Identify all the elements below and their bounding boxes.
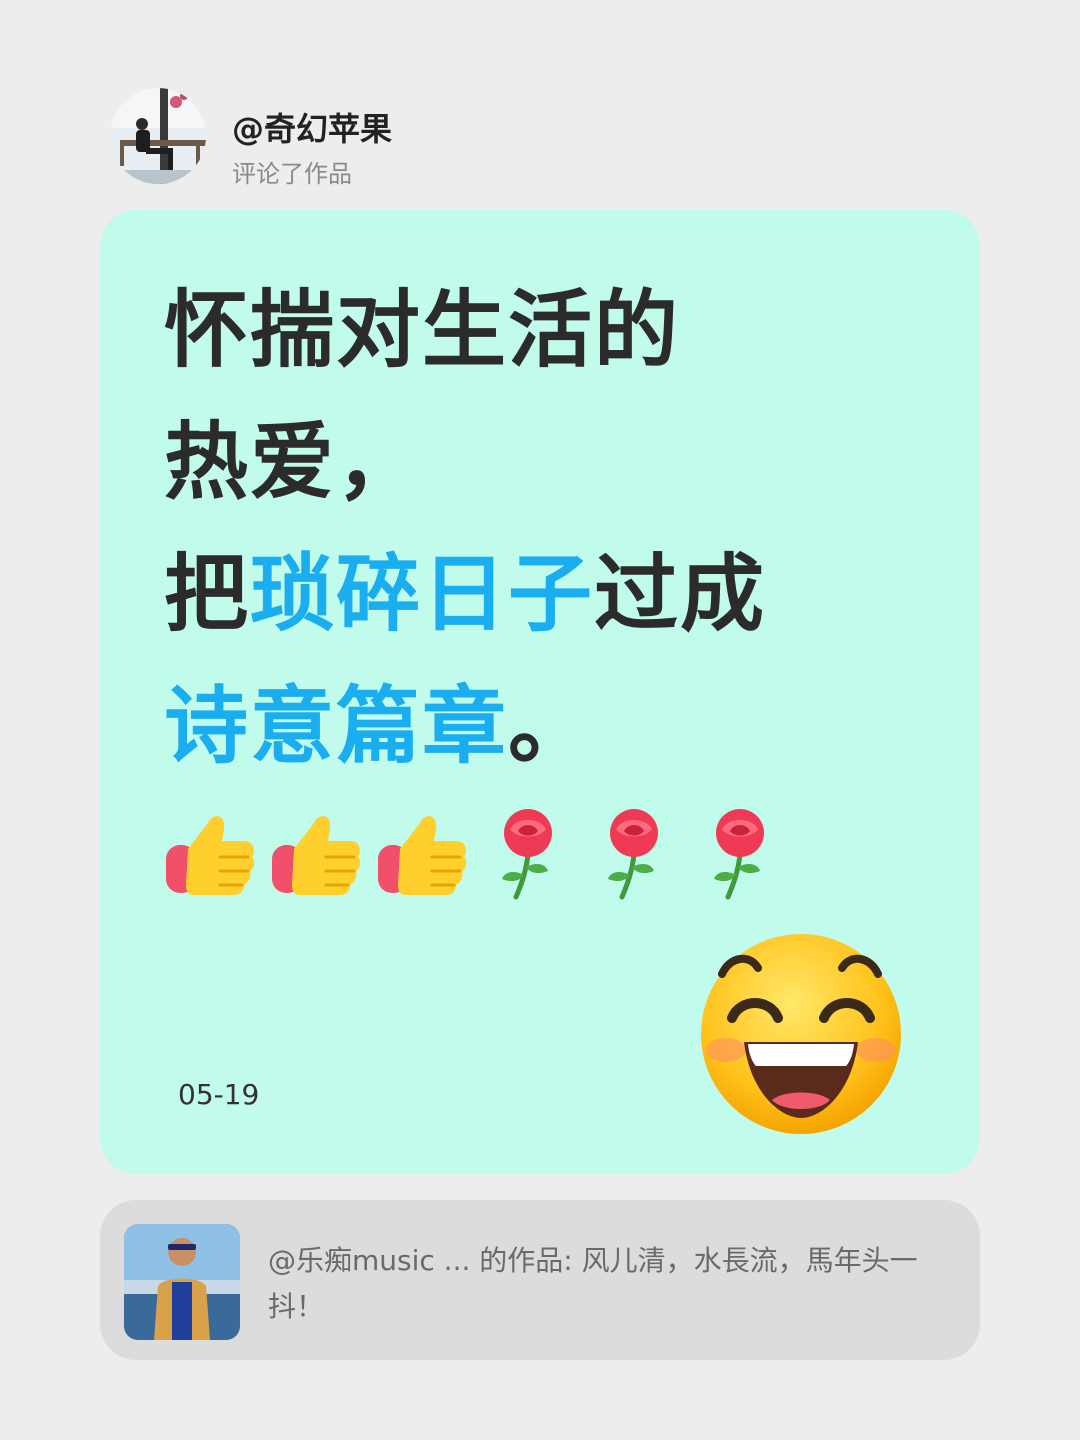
comment-segment: 热爱， (164, 413, 423, 511)
comment-date: 05-19 (178, 1078, 260, 1111)
comment-line: 怀揣对生活的 (164, 264, 924, 396)
comment-card[interactable]: 怀揣对生活的 热爱， 把琐碎日子过成 诗意篇章。 05-19 (100, 210, 980, 1174)
comment-segment: 把 (164, 545, 251, 643)
rose-icon (502, 809, 552, 900)
rose-icon (608, 809, 658, 900)
username[interactable]: @奇幻苹果 (232, 104, 392, 150)
rose-icon (714, 809, 764, 900)
grinning-face-icon (701, 934, 901, 1134)
emoji-row (164, 798, 884, 908)
comment-line: 诗意篇章。 (164, 660, 924, 792)
comment-segment: 怀揣对生活的 (164, 281, 681, 379)
user-avatar[interactable] (110, 88, 206, 184)
source-text[interactable]: @乐痴music ... 的作品: 风儿清，水長流，馬年头一抖！ (268, 1238, 938, 1330)
thumbs-up-icon (272, 816, 361, 895)
thumbs-up-icon (378, 816, 467, 895)
comment-highlight: 琐碎日子 (250, 545, 595, 643)
action-label: 评论了作品 (232, 160, 352, 188)
source-work-card[interactable]: @乐痴music ... 的作品: 风儿清，水長流，馬年头一抖！ (100, 1200, 980, 1360)
comment-highlight: 诗意篇章 (164, 677, 509, 775)
comment-line: 把琐碎日子过成 (164, 528, 924, 660)
comment-segment: 过成 (594, 545, 767, 643)
comment-header: @奇幻苹果 评论了作品 (110, 88, 910, 188)
comment-segment: 。 (508, 677, 595, 775)
thumbs-up-icon (166, 816, 255, 895)
comment-text: 怀揣对生活的 热爱， 把琐碎日子过成 诗意篇章。 (164, 264, 924, 792)
source-thumbnail[interactable] (124, 1224, 240, 1340)
comment-line: 热爱， (164, 396, 924, 528)
